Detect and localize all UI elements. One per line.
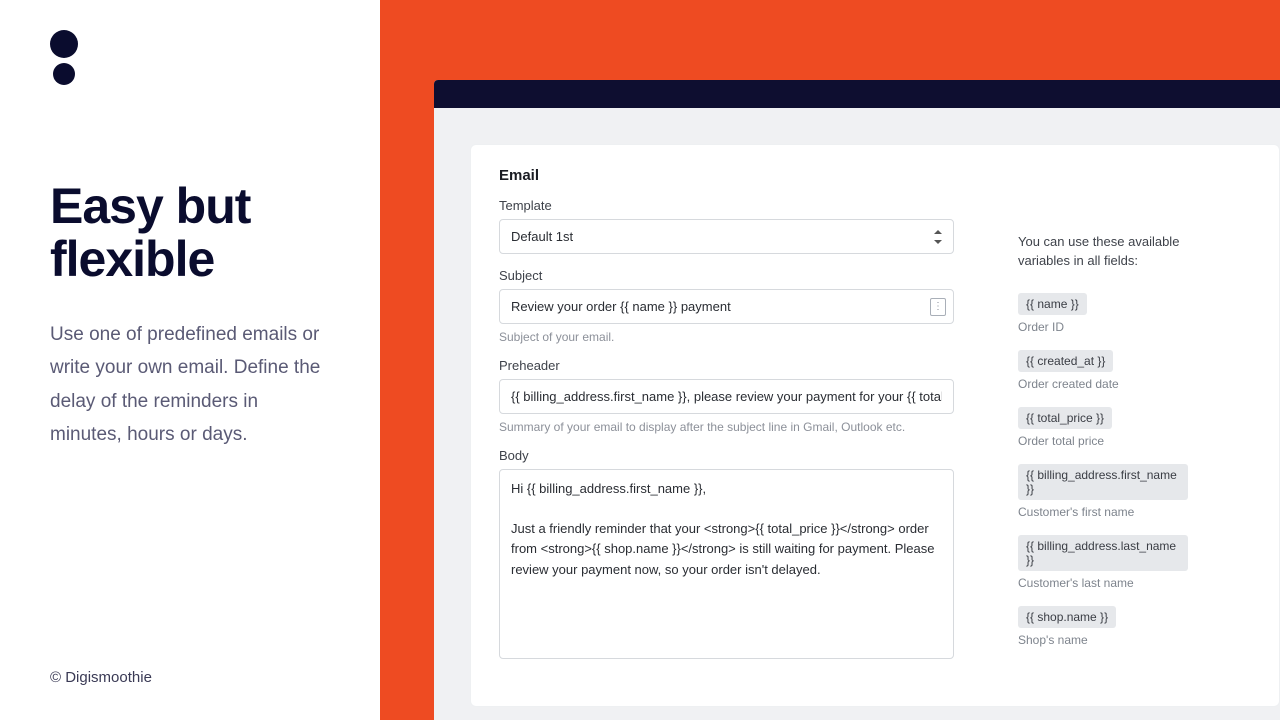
app-topbar bbox=[434, 80, 1280, 108]
template-select-wrap[interactable]: Default 1st bbox=[499, 219, 954, 254]
variable-item: {{ created_at }} Order created date bbox=[1018, 350, 1188, 391]
variable-item: {{ name }} Order ID bbox=[1018, 293, 1188, 334]
subcopy: Use one of predefined emails or write yo… bbox=[50, 318, 330, 451]
variable-token[interactable]: {{ billing_address.first_name }} bbox=[1018, 464, 1188, 500]
variable-desc: Order ID bbox=[1018, 320, 1188, 334]
variable-item: {{ billing_address.first_name }} Custome… bbox=[1018, 464, 1188, 519]
variable-desc: Customer's first name bbox=[1018, 505, 1188, 519]
variable-desc: Shop's name bbox=[1018, 633, 1188, 647]
subject-label: Subject bbox=[499, 268, 954, 283]
card-title: Email bbox=[499, 167, 1251, 184]
template-label: Template bbox=[499, 198, 954, 213]
logo bbox=[50, 30, 330, 85]
variables-intro: You can use these available variables in… bbox=[1018, 233, 1188, 271]
headline: Easy but flexible bbox=[50, 180, 330, 286]
footer-credit: © Digismoothie bbox=[50, 669, 152, 686]
variable-token[interactable]: {{ total_price }} bbox=[1018, 407, 1112, 429]
subject-field: Subject ⋮ Subject of your email. bbox=[499, 268, 954, 344]
logo-dot-large bbox=[50, 30, 78, 58]
template-select[interactable]: Default 1st bbox=[499, 219, 954, 254]
email-card: Email Template Default 1st bbox=[470, 144, 1280, 707]
variable-desc: Customer's last name bbox=[1018, 576, 1188, 590]
template-field: Template Default 1st bbox=[499, 198, 954, 254]
subject-input[interactable] bbox=[499, 289, 954, 324]
demo-panel: Email Template Default 1st bbox=[380, 0, 1280, 720]
app-frame: Email Template Default 1st bbox=[434, 80, 1280, 720]
preheader-field: Preheader Summary of your email to displ… bbox=[499, 358, 954, 434]
variable-desc: Order total price bbox=[1018, 434, 1188, 448]
form-column: Template Default 1st Subject bbox=[499, 198, 954, 678]
variable-token[interactable]: {{ created_at }} bbox=[1018, 350, 1113, 372]
preheader-hint: Summary of your email to display after t… bbox=[499, 420, 954, 434]
variable-token[interactable]: {{ billing_address.last_name }} bbox=[1018, 535, 1188, 571]
variable-token[interactable]: {{ shop.name }} bbox=[1018, 606, 1116, 628]
variable-desc: Order created date bbox=[1018, 377, 1188, 391]
variable-picker-icon[interactable]: ⋮ bbox=[930, 298, 946, 316]
variable-item: {{ shop.name }} Shop's name bbox=[1018, 606, 1188, 647]
body-label: Body bbox=[499, 448, 954, 463]
preheader-input[interactable] bbox=[499, 379, 954, 414]
page: Easy but flexible Use one of predefined … bbox=[0, 0, 1280, 720]
body-field: Body bbox=[499, 448, 954, 664]
variable-item: {{ total_price }} Order total price bbox=[1018, 407, 1188, 448]
variable-token[interactable]: {{ name }} bbox=[1018, 293, 1087, 315]
subject-input-wrap: ⋮ bbox=[499, 289, 954, 324]
logo-dot-small bbox=[53, 63, 75, 85]
marketing-panel: Easy but flexible Use one of predefined … bbox=[0, 0, 380, 720]
body-textarea[interactable] bbox=[499, 469, 954, 659]
card-body: Template Default 1st Subject bbox=[499, 198, 1251, 678]
subject-hint: Subject of your email. bbox=[499, 330, 954, 344]
variables-column: You can use these available variables in… bbox=[1018, 198, 1188, 678]
variable-item: {{ billing_address.last_name }} Customer… bbox=[1018, 535, 1188, 590]
preheader-label: Preheader bbox=[499, 358, 954, 373]
